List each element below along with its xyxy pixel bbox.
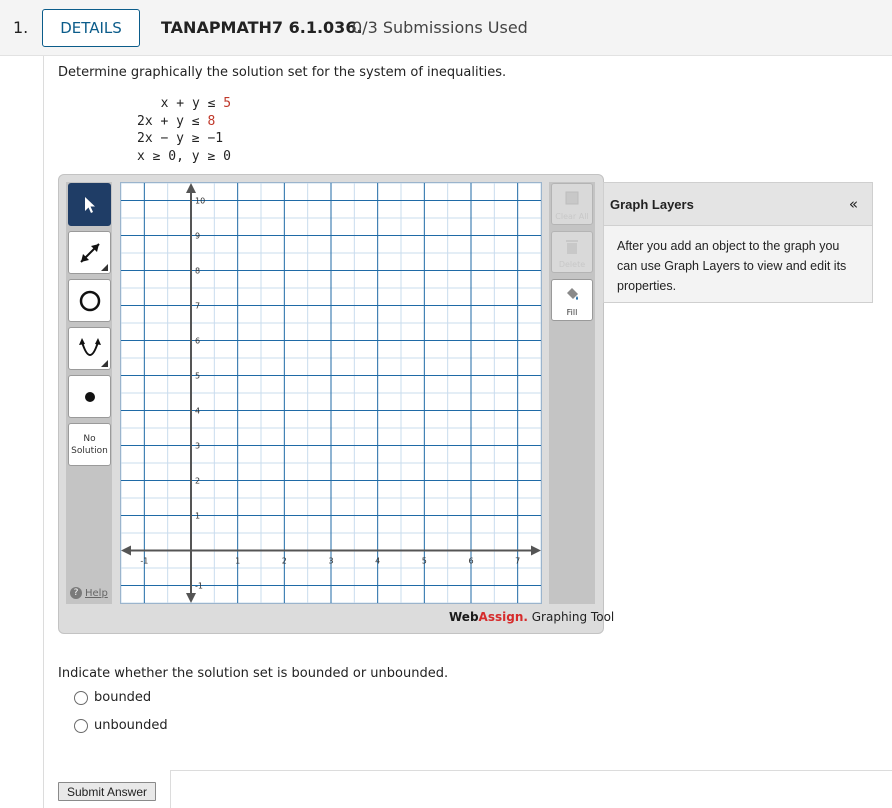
y-tick-label: 9 (195, 232, 200, 241)
line-tool[interactable] (68, 231, 111, 274)
graph-svg[interactable]: -1 1 2 3 4 5 6 7 -1 1 2 3 4 5 6 7 8 9 10 (120, 182, 542, 604)
trash-icon (566, 240, 578, 254)
no-solution-button[interactable]: No Solution (68, 423, 111, 466)
paint-bucket-icon (567, 288, 578, 300)
footer-divider (170, 770, 892, 771)
no-solution-line1: No (83, 433, 96, 444)
pointer-tool[interactable] (68, 183, 111, 226)
unbounded-label: unbounded (94, 718, 168, 733)
no-solution-line2: Solution (71, 445, 108, 456)
question-number: 1. (13, 18, 29, 37)
submit-answer-button[interactable]: Submit Answer (58, 782, 156, 801)
bounded-radio[interactable] (74, 690, 88, 705)
inequality-1: x + y ≤ 5 (145, 96, 232, 111)
question-id: TANAPMATH7 6.1.036. (161, 18, 363, 37)
option-unbounded[interactable]: unbounded (74, 718, 168, 733)
point-icon (84, 391, 95, 402)
graph-layers-body: After you add an object to the graph you… (617, 239, 847, 293)
circle-tool[interactable] (68, 279, 111, 322)
details-button[interactable]: DETAILS (42, 9, 140, 47)
y-tick-label: 10 (195, 197, 205, 206)
help-icon: ? (70, 587, 82, 599)
x-tick-label: 1 (235, 557, 240, 566)
y-axis-arrow-down (186, 593, 196, 603)
y-tick-label: 7 (195, 302, 200, 311)
unbounded-radio[interactable] (74, 718, 88, 733)
inequality-2: 2x + y ≤ 8 (137, 114, 216, 129)
x-tick-label: 5 (422, 557, 427, 566)
clear-all-button[interactable]: Clear All (551, 183, 593, 225)
help-label: Help (85, 587, 108, 599)
x-tick-label: 3 (328, 557, 333, 566)
graph-layers-title: Graph Layers (610, 197, 694, 212)
y-axis-arrow-up (186, 183, 196, 193)
fill-label: Fill (566, 308, 578, 317)
y-tick-label: 4 (195, 407, 200, 416)
y-tick-label: 5 (195, 372, 200, 381)
graph-layers-panel: Graph Layers « After you add an object t… (603, 182, 873, 303)
clear-all-icon (565, 191, 579, 205)
circle-icon (79, 290, 100, 311)
parabola-icon (78, 337, 101, 356)
tool-options-indicator (101, 360, 108, 367)
webassign-brand: WebAssign. Graphing Tool (449, 610, 615, 624)
parabola-tool[interactable] (68, 327, 111, 370)
point-tool[interactable] (68, 375, 111, 418)
bounded-question-prompt: Indicate whether the solution set is bou… (58, 666, 449, 681)
y-tick-label: 2 (195, 477, 200, 486)
fill-button[interactable]: Fill (551, 279, 593, 321)
delete-label: Delete (558, 260, 586, 269)
x-tick-label: 4 (375, 557, 380, 566)
delete-button[interactable]: Delete (551, 231, 593, 273)
submissions-count: 0/3 Submissions Used (352, 18, 528, 37)
collapse-icon[interactable]: « (849, 195, 858, 213)
x-tick-label: 6 (468, 557, 473, 566)
inequality-4: x ≥ 0, y ≥ 0 (137, 149, 231, 164)
x-axis-arrow-left (121, 545, 131, 556)
pointer-icon (84, 196, 95, 213)
content-divider (43, 56, 44, 808)
graph-layers-header[interactable]: Graph Layers « (604, 183, 872, 226)
question-header: 1. DETAILS TANAPMATH7 6.1.036. 0/3 Submi… (0, 0, 892, 56)
y-tick-label: 1 (195, 512, 200, 521)
y-tick-label: 8 (195, 267, 200, 276)
bounded-label: bounded (94, 690, 152, 705)
x-tick-label: 2 (282, 557, 287, 566)
y-tick-label: -1 (195, 582, 203, 591)
y-tick-label: 6 (195, 337, 200, 346)
clear-all-label: Clear All (555, 212, 589, 221)
line-arrow-icon (79, 242, 100, 263)
x-axis-arrow-right (531, 545, 541, 556)
tool-options-indicator (101, 264, 108, 271)
question-prompt: Determine graphically the solution set f… (58, 65, 507, 80)
footer-divider-vertical (170, 770, 171, 808)
x-tick-label: -1 (140, 557, 148, 566)
graph-canvas[interactable]: -1 1 2 3 4 5 6 7 -1 1 2 3 4 5 6 7 8 9 10 (120, 182, 542, 604)
y-tick-label: 3 (195, 442, 200, 451)
x-tick-label: 7 (515, 557, 520, 566)
help-link[interactable]: ? Help (70, 587, 108, 599)
inequality-3: 2x − y ≥ −1 (137, 131, 224, 146)
option-bounded[interactable]: bounded (74, 690, 151, 705)
